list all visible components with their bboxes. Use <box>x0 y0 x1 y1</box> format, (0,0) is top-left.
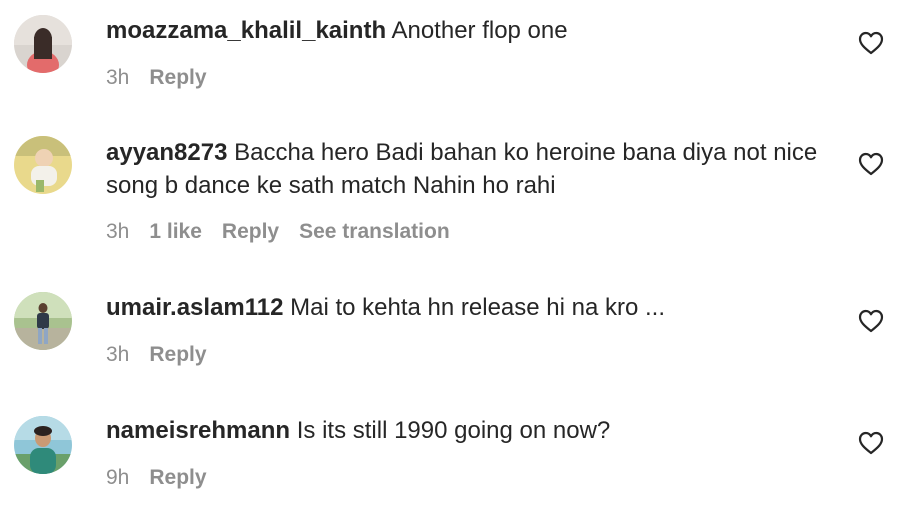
reply-button[interactable]: Reply <box>222 220 279 243</box>
reply-button[interactable]: Reply <box>149 466 206 489</box>
comment-time: 9h <box>106 466 130 489</box>
comment-text: Mai to kehta hn release hi na kro ... <box>290 294 666 321</box>
reply-button[interactable]: Reply <box>149 343 206 366</box>
comment-meta: 3h Reply <box>106 66 227 90</box>
comment-username[interactable]: nameisrehmann <box>106 417 290 444</box>
avatar[interactable] <box>14 15 72 73</box>
comment-time: 3h <box>106 66 130 89</box>
comment-username[interactable]: moazzama_khalil_kainth <box>106 17 386 44</box>
heart-icon[interactable] <box>858 431 884 455</box>
comment-meta: 3h 1 like Reply See translation <box>106 220 470 244</box>
comment-time: 3h <box>106 343 130 366</box>
comment-username[interactable]: umair.aslam112 <box>106 294 283 321</box>
comment-meta: 9h Reply <box>106 466 227 490</box>
comment-meta: 3h Reply <box>106 343 227 367</box>
comment-body: umair.aslam112 Mai to kehta hn release h… <box>106 291 826 324</box>
avatar-image <box>14 15 72 73</box>
avatar[interactable] <box>14 292 72 350</box>
heart-icon[interactable] <box>858 309 884 333</box>
comment-body: ayyan8273 Baccha hero Badi bahan ko hero… <box>106 136 826 202</box>
heart-icon[interactable] <box>858 31 884 55</box>
comment-text: Is its still 1990 going on now? <box>296 417 611 444</box>
comment-body: moazzama_khalil_kainth Another flop one <box>106 14 826 47</box>
comment-body: nameisrehmann Is its still 1990 going on… <box>106 414 826 447</box>
see-translation-button[interactable]: See translation <box>299 220 450 243</box>
heart-icon[interactable] <box>858 152 884 176</box>
avatar-image <box>14 416 72 474</box>
comment-text: Another flop one <box>391 17 568 44</box>
reply-button[interactable]: Reply <box>149 66 206 89</box>
likes-count-button[interactable]: 1 like <box>149 220 202 243</box>
avatar[interactable] <box>14 136 72 194</box>
comment-time: 3h <box>106 220 130 243</box>
avatar[interactable] <box>14 416 72 474</box>
avatar-image <box>14 136 72 194</box>
comment-username[interactable]: ayyan8273 <box>106 139 227 166</box>
avatar-image <box>14 292 72 350</box>
